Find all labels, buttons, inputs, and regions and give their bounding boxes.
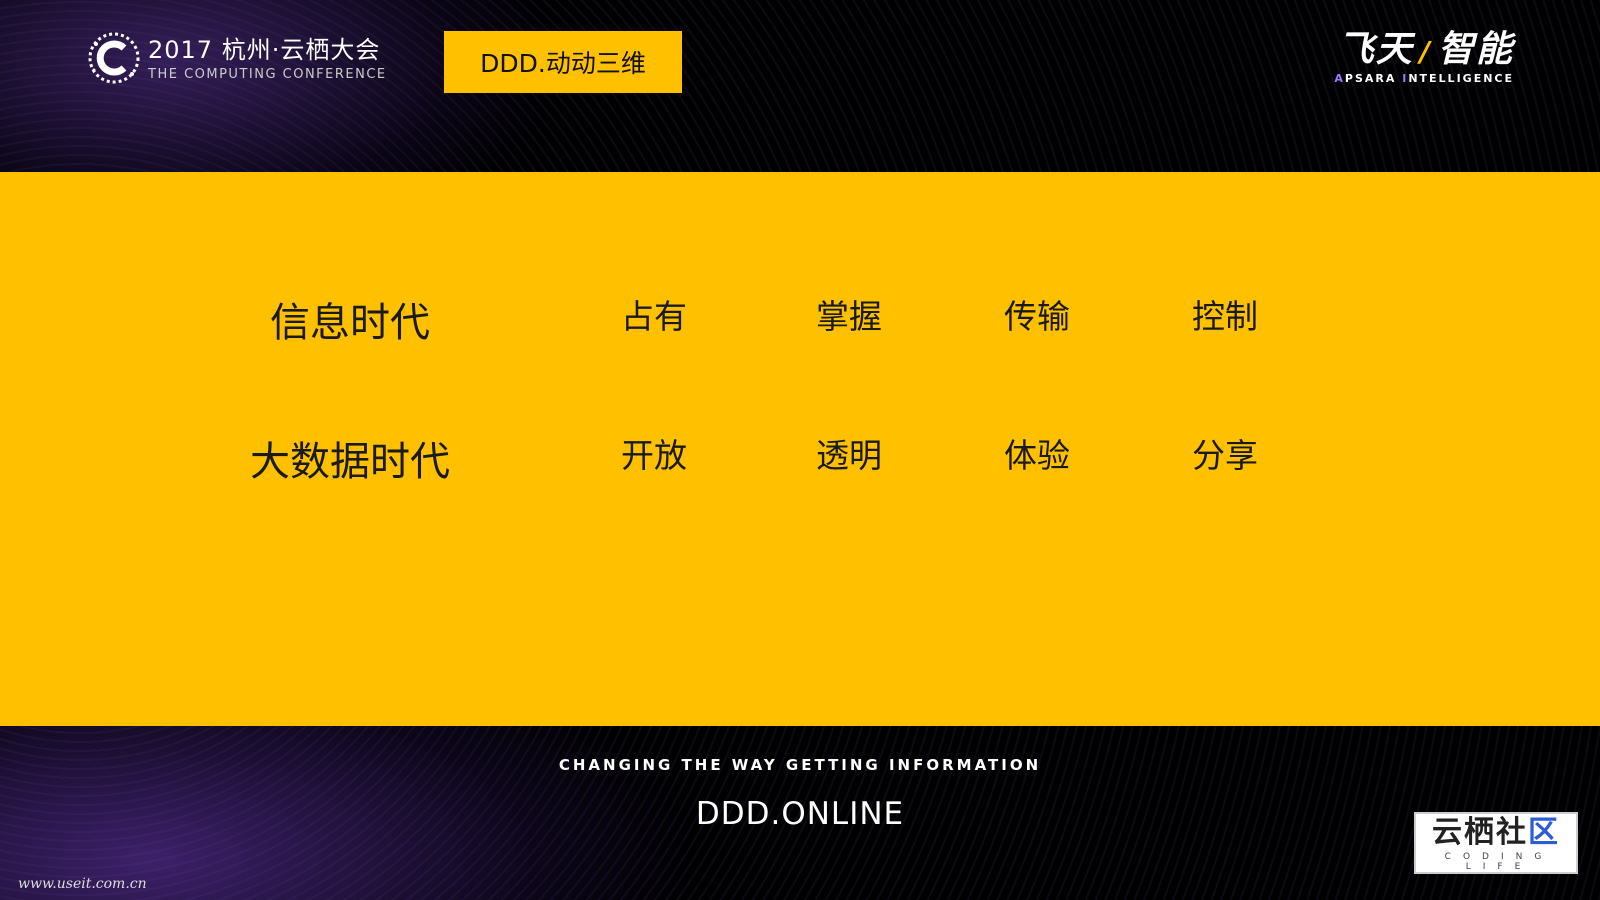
keyword: 掌握 — [816, 297, 882, 336]
keyword: 体验 — [1004, 436, 1070, 475]
site-name: DDD.ONLINE — [695, 796, 905, 832]
brand-logo: 飞天 / 智能 APSARA INTELLIGENCE — [1334, 29, 1514, 86]
keyword: 透明 — [816, 436, 882, 475]
keyword: 占有 — [621, 297, 687, 336]
keyword: 控制 — [1192, 297, 1258, 336]
watermark: www.useit.com.cn — [18, 876, 147, 892]
slogan: CHANGING THE WAY GETTING INFORMATION — [558, 756, 1042, 774]
community-tagline: CODING LIFE — [1444, 852, 1554, 872]
conference-logo: 2017 杭州·云栖大会 THE COMPUTING CONFERENCE — [86, 30, 387, 86]
conference-title: 2017 杭州·云栖大会 — [148, 35, 381, 64]
era-row-information: 信息时代 占有 掌握 传输 控制 — [0, 290, 1600, 350]
era-label: 信息时代 — [270, 300, 430, 346]
community-name-last: 区 — [1528, 815, 1560, 850]
community-name-main: 云栖社 — [1432, 815, 1528, 850]
era-label: 大数据时代 — [250, 439, 450, 485]
brand-en-initial-a: A — [1334, 72, 1345, 85]
section-tag: DDD.动动三维 — [444, 31, 682, 93]
conference-subtitle: THE COMPUTING CONFERENCE — [148, 66, 387, 82]
keyword: 传输 — [1004, 297, 1070, 336]
header: 2017 杭州·云栖大会 THE COMPUTING CONFERENCE DD… — [0, 0, 1600, 172]
era-row-big-data: 大数据时代 开放 透明 体验 分享 — [0, 429, 1600, 489]
keyword: 分享 — [1192, 436, 1258, 475]
footer: CHANGING THE WAY GETTING INFORMATION DDD… — [0, 726, 1600, 900]
content-panel: 信息时代 占有 掌握 传输 控制 大数据时代 开放 透明 体验 分享 — [0, 172, 1600, 726]
brand-name-part-1: 飞天 — [1337, 29, 1414, 70]
brand-name-part-2: 智能 — [1437, 29, 1514, 70]
community-logo: 云栖社区 CODING LIFE — [1414, 812, 1578, 874]
brand-en-part-1: PSARA — [1344, 72, 1403, 85]
keyword: 开放 — [621, 436, 687, 475]
brand-en-part-2: NTELLIGENCE — [1408, 72, 1514, 85]
conference-emblem-icon — [88, 32, 140, 84]
brand-slash-icon: / — [1419, 35, 1432, 68]
